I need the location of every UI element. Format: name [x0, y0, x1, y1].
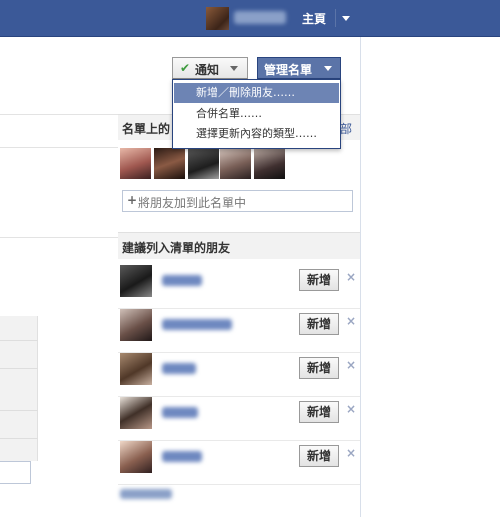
friend-name-blurred[interactable]	[162, 451, 202, 462]
row-divider	[118, 484, 360, 485]
chevron-down-icon	[230, 66, 238, 71]
nav-divider	[335, 9, 336, 27]
account-menu-arrow-icon[interactable]	[342, 16, 350, 21]
friend-name-blurred[interactable]	[162, 363, 196, 374]
friend-photo[interactable]	[120, 397, 152, 429]
friend-photo[interactable]	[120, 265, 152, 297]
menu-item-edit-friends[interactable]: 新增／刪除朋友……	[174, 83, 339, 103]
friend-name-blurred[interactable]	[162, 275, 202, 286]
left-divider	[0, 237, 118, 238]
list-members-title: 名單上的	[122, 122, 171, 136]
friend-photo[interactable]	[120, 309, 152, 341]
manage-list-label: 管理名單	[264, 63, 313, 77]
see-more-link-blurred[interactable]	[120, 489, 172, 499]
add-friend-button[interactable]: 新增	[299, 401, 339, 423]
chevron-down-icon	[324, 66, 332, 71]
add-friend-input[interactable]: + 將朋友加到此名單中	[122, 190, 353, 212]
add-friend-button[interactable]: 新增	[299, 313, 339, 335]
friend-name-blurred[interactable]	[162, 319, 232, 330]
check-icon: ✔	[180, 61, 191, 75]
member-photo[interactable]	[154, 148, 185, 179]
add-friend-button[interactable]: 新增	[299, 357, 339, 379]
close-icon[interactable]: ×	[346, 270, 356, 284]
suggested-friends-title: 建議列入清單的朋友	[122, 241, 231, 255]
manage-list-button[interactable]: 管理名單	[257, 57, 341, 79]
close-icon[interactable]: ×	[346, 446, 356, 460]
left-divider	[0, 147, 118, 148]
profile-avatar[interactable]	[206, 7, 229, 30]
menu-item-update-types[interactable]: 選擇更新內容的類型……	[174, 124, 339, 144]
member-photos	[120, 148, 290, 179]
left-panel-box	[0, 316, 38, 461]
plus-icon: +	[127, 193, 138, 207]
left-panel-row-divider	[0, 340, 38, 341]
notifications-button[interactable]: ✔ 通知	[172, 57, 248, 79]
profile-name-blurred[interactable]	[234, 11, 286, 24]
suggestion-row: 新增 ×	[118, 309, 360, 353]
suggestion-row: 新增 ×	[118, 441, 360, 485]
friend-name-blurred[interactable]	[162, 407, 198, 418]
suggestion-row: 新增 ×	[118, 265, 360, 309]
friend-photo[interactable]	[120, 353, 152, 385]
add-friend-placeholder: 將朋友加到此名單中	[138, 196, 247, 210]
notifications-label: 通知	[195, 63, 220, 77]
left-text-field[interactable]	[0, 461, 31, 484]
left-panel-row-divider	[0, 368, 38, 369]
member-photo[interactable]	[254, 148, 285, 179]
close-icon[interactable]: ×	[346, 314, 356, 328]
close-icon[interactable]: ×	[346, 402, 356, 416]
left-divider	[0, 114, 118, 115]
member-photo[interactable]	[120, 148, 151, 179]
suggestion-row: 新增 ×	[118, 397, 360, 441]
top-nav-bar: 主頁	[0, 0, 500, 37]
suggestion-row: 新增 ×	[118, 353, 360, 397]
close-icon[interactable]: ×	[346, 358, 356, 372]
friend-photo[interactable]	[120, 441, 152, 473]
member-photo[interactable]	[188, 148, 219, 179]
column-divider	[360, 37, 361, 517]
member-photo[interactable]	[220, 148, 251, 179]
add-friend-button[interactable]: 新增	[299, 269, 339, 291]
suggested-friends-header: 建議列入清單的朋友	[118, 232, 360, 259]
left-panel-row-divider	[0, 438, 38, 439]
left-panel-row-divider	[0, 410, 38, 411]
menu-item-merge-lists[interactable]: 合併名單……	[174, 104, 339, 124]
see-all-link[interactable]: 部	[340, 120, 352, 137]
home-link[interactable]: 主頁	[302, 10, 326, 27]
manage-list-dropdown: 新增／刪除朋友…… 合併名單…… 選擇更新內容的類型……	[172, 79, 341, 149]
add-friend-button[interactable]: 新增	[299, 445, 339, 467]
